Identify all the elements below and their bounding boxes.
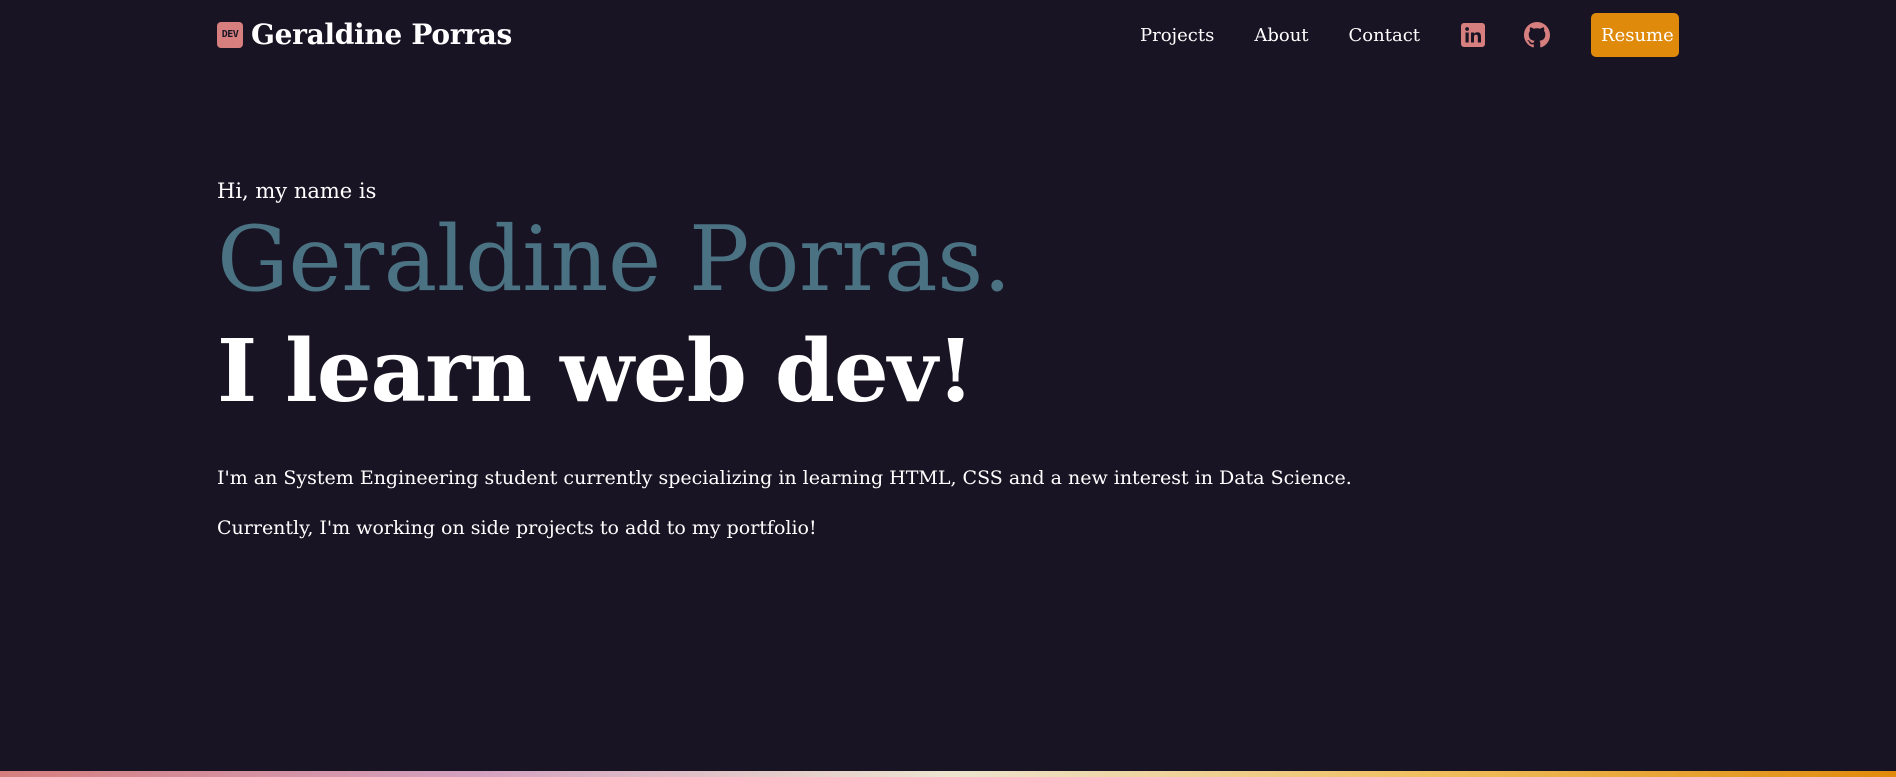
gradient-bottom-bar <box>0 771 1896 777</box>
navbar: DEV Geraldine Porras Projects About Cont… <box>0 0 1896 70</box>
hero-tagline: I learn web dev! <box>217 321 974 422</box>
hero-section: Hi, my name is Geraldine Porras. I learn… <box>217 170 1717 539</box>
nav-link-about[interactable]: About <box>1254 25 1308 46</box>
hero-intro-paragraph: I'm an System Engineering student curren… <box>217 467 1352 489</box>
brand-link[interactable]: DEV Geraldine Porras <box>217 18 512 51</box>
nav-link-projects[interactable]: Projects <box>1140 25 1214 46</box>
hero-current-paragraph: Currently, I'm working on side projects … <box>217 517 817 539</box>
brand-name: Geraldine Porras <box>251 18 512 51</box>
hero-name: Geraldine Porras. <box>217 207 1011 312</box>
nav-link-contact[interactable]: Contact <box>1349 25 1420 46</box>
github-icon-glyph <box>1524 22 1551 48</box>
dev-logo-icon: DEV <box>217 21 243 48</box>
linkedin-icon-glyph <box>1461 23 1486 47</box>
hero-greeting: Hi, my name is <box>217 179 377 203</box>
resume-button[interactable]: Resume <box>1591 13 1680 57</box>
linkedin-icon[interactable] <box>1460 22 1486 48</box>
github-icon[interactable] <box>1524 22 1551 48</box>
nav-links: Projects About Contact Resume <box>1140 13 1680 57</box>
